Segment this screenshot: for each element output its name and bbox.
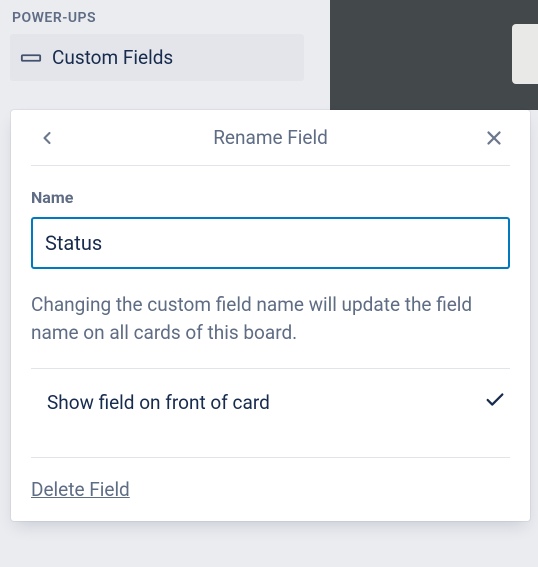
custom-fields-icon (20, 47, 42, 69)
name-input[interactable] (31, 217, 510, 269)
check-icon (484, 389, 506, 415)
rename-field-popover: Rename Field Name Changing the custom fi… (11, 110, 530, 521)
chevron-left-icon (37, 128, 57, 148)
powerup-custom-fields[interactable]: Custom Fields (10, 34, 304, 81)
toggle-label: Show field on front of card (47, 391, 270, 414)
close-button[interactable] (478, 122, 510, 154)
show-on-front-toggle[interactable]: Show field on front of card (31, 369, 510, 435)
popover-header: Rename Field (31, 110, 510, 166)
powerup-label: Custom Fields (52, 46, 173, 69)
popover-title: Rename Field (213, 126, 328, 149)
divider (31, 457, 510, 458)
delete-field-link[interactable]: Delete Field (31, 478, 130, 501)
name-field-label: Name (31, 188, 510, 207)
close-icon (483, 127, 505, 149)
background-card-preview (330, 0, 538, 110)
rename-description: Changing the custom field name will upda… (31, 291, 510, 346)
back-button[interactable] (31, 122, 63, 154)
